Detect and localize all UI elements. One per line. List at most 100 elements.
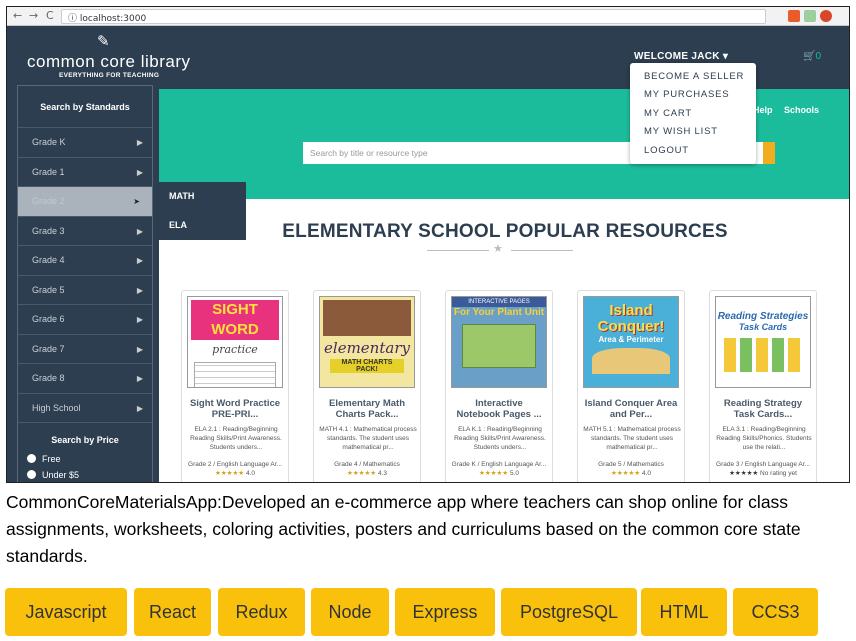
- sidebar-item-grade-k[interactable]: Grade K ▶: [18, 128, 152, 158]
- sidebar-item-high-school[interactable]: High School ▶: [18, 394, 152, 423]
- resource-card[interactable]: Reading Strategies Task Cards Reading St…: [709, 290, 817, 482]
- menu-item-my-wish-list[interactable]: MY WISH LIST: [644, 126, 718, 137]
- tech-tag-html: HTML: [641, 588, 727, 636]
- divider-line: [427, 250, 489, 251]
- submenu-item-ela[interactable]: ELA: [159, 211, 246, 240]
- card-grade: Grade 4 / Mathematics: [334, 461, 400, 468]
- cursor-icon: ➤: [133, 197, 140, 206]
- forward-icon[interactable]: →: [29, 9, 38, 22]
- tech-tag-redux: Redux: [218, 588, 305, 636]
- card-title[interactable]: Island Conquer Area and Per...: [578, 398, 684, 420]
- rating-stars: ★★★★★: [479, 470, 509, 477]
- thumbnail-text: elementary: [324, 339, 410, 357]
- user-menu-toggle[interactable]: WELCOME JACK ▾: [634, 51, 728, 62]
- price-radio-under-5[interactable]: Under $5: [18, 467, 152, 482]
- thumbnail-text: Island Conquer!: [597, 302, 665, 335]
- rating-stars: ★★★★★: [611, 470, 641, 477]
- sidebar-item-grade-8[interactable]: Grade 8 ▶: [18, 364, 152, 394]
- price-heading: Search by Price: [51, 435, 119, 445]
- chevron-right-icon: ▶: [136, 256, 143, 265]
- sidebar: Search by Standards Grade K ▶ Grade 1 ▶ Gr…: [17, 85, 153, 482]
- menu-item-my-purchases[interactable]: MY PURCHASES: [644, 89, 729, 100]
- menu-item-logout[interactable]: LOGOUT: [644, 145, 689, 156]
- tech-tag-ccs3: CCS3: [733, 588, 818, 636]
- sidebar-item-grade-5[interactable]: Grade 5 ▶: [18, 276, 152, 305]
- chevron-right-icon: ▶: [136, 315, 143, 324]
- chevron-right-icon: ▶: [136, 167, 143, 177]
- pencil-logo-icon: ✎: [97, 33, 110, 50]
- sidebar-item-grade-2[interactable]: Grade 2 ➤: [18, 187, 152, 217]
- nav-schools-link[interactable]: Schools: [784, 105, 819, 115]
- tech-tag-postgresql: PostgreSQL: [501, 588, 637, 636]
- resource-card[interactable]: elementary MATH CHARTS PACK! Elementary …: [313, 290, 421, 482]
- resource-thumbnail: Reading Strategies Task Cards: [715, 296, 811, 388]
- address-bar[interactable]: ⓘ localhost:3000: [61, 9, 766, 24]
- submenu-item-math[interactable]: MATH: [159, 182, 246, 211]
- sidebar-item-grade-4[interactable]: Grade 4 ▶: [18, 246, 152, 276]
- cart-button[interactable]: 🛒0: [803, 51, 821, 62]
- resource-card[interactable]: Island Conquer! Area & Perimeter Island …: [577, 290, 685, 482]
- thumbnail-text: Task Cards: [738, 322, 788, 332]
- card-title[interactable]: Reading Strategy Task Cards...: [710, 398, 816, 420]
- app-screenshot: ← → C ⓘ localhost:3000 ✎ common core lib…: [6, 6, 850, 483]
- standards-heading: Search by Standards: [18, 86, 152, 128]
- search-button[interactable]: [763, 142, 775, 164]
- chevron-right-icon: ▶: [136, 285, 143, 295]
- card-title[interactable]: Sight Word Practice PRE-PRI...: [182, 398, 288, 420]
- resource-thumbnail: SIGHT WORD practice: [187, 296, 283, 388]
- star-divider-icon: ★: [493, 243, 503, 255]
- extension-icon[interactable]: [788, 10, 800, 22]
- resource-card[interactable]: SIGHT WORD practice Sight Word Practice P…: [181, 290, 289, 482]
- chevron-right-icon: ▶: [136, 344, 143, 354]
- extension-icon[interactable]: [820, 10, 832, 22]
- chevron-right-icon: ▶: [136, 374, 143, 383]
- thumbnail-text: MATH CHARTS PACK!: [330, 359, 404, 373]
- extension-icon[interactable]: [804, 10, 816, 22]
- divider-line: [511, 250, 573, 251]
- user-dropdown-menu: BECOME A SELLER MY PURCHASES MY CART MY …: [630, 63, 756, 164]
- grade-submenu: MATH ELA: [159, 182, 246, 240]
- logo-subtitle: EVERYTHING FOR TEACHING: [59, 72, 160, 79]
- sidebar-item-grade-6[interactable]: Grade 6 ▶: [18, 305, 152, 335]
- card-description: ELA 3.1 : Reading/Beginning Reading Skil…: [716, 426, 812, 451]
- card-title[interactable]: Elementary Math Charts Pack...: [314, 398, 420, 420]
- price-radio-free[interactable]: Free: [18, 451, 152, 467]
- sidebar-item-grade-7[interactable]: Grade 7 ▶: [18, 335, 152, 364]
- tech-tag-javascript: Javascript: [5, 588, 127, 636]
- card-rating: ★★★★★ 4.0: [611, 470, 651, 477]
- thumbnail-text: Area & Perimeter: [598, 335, 664, 344]
- url-text: localhost:3000: [79, 14, 147, 24]
- reload-icon[interactable]: C: [46, 9, 54, 22]
- card-grade: Grade 5 / Mathematics: [598, 461, 664, 468]
- card-title[interactable]: Interactive Notebook Pages ...: [446, 398, 552, 420]
- thumbnail-text: INTERACTIVE PAGES: [452, 297, 546, 307]
- chevron-right-icon: ▶: [136, 403, 143, 413]
- sidebar-item-grade-1[interactable]: Grade 1 ▶: [18, 158, 152, 187]
- resource-thumbnail: Island Conquer! Area & Perimeter: [583, 296, 679, 388]
- logo-title[interactable]: common core library: [27, 52, 191, 72]
- thumbnail-text: For Your Plant Unit: [453, 307, 545, 318]
- menu-item-my-cart[interactable]: MY CART: [644, 108, 692, 119]
- project-description: CommonCoreMaterialsApp:Developed an e-co…: [6, 492, 801, 566]
- card-description: ELA 2.1 : Reading/Beginning Reading Skil…: [190, 426, 282, 451]
- card-rating: ★★★★★ 4.3: [347, 470, 387, 477]
- card-grade: Grade K / English Language Ar...: [451, 461, 547, 468]
- sidebar-item-grade-3[interactable]: Grade 3 ▶: [18, 217, 152, 246]
- resource-card[interactable]: INTERACTIVE PAGES For Your Plant Unit In…: [445, 290, 553, 482]
- radio-icon: [27, 470, 36, 479]
- thumbnail-text: practice: [212, 343, 258, 356]
- card-rating: ★★★★★ 4.0: [215, 470, 255, 477]
- tech-tag-node: Node: [311, 588, 389, 636]
- chevron-right-icon: ▶: [136, 226, 143, 236]
- tech-tag-express: Express: [395, 588, 495, 636]
- menu-item-become-seller[interactable]: BECOME A SELLER: [644, 71, 744, 82]
- back-icon[interactable]: ←: [13, 9, 22, 22]
- card-description: MATH 4.1 : Mathematical process standard…: [319, 426, 417, 451]
- tech-tag-react: React: [134, 588, 211, 636]
- thumbnail-text: SIGHT WORD: [191, 300, 279, 340]
- card-description: ELA K.1 : Reading/Beginning Reading Skil…: [454, 426, 546, 451]
- rating-stars: ★★★★★: [215, 470, 245, 477]
- thumbnail-text: Reading Strategies: [717, 311, 809, 322]
- section-title: ELEMENTARY SCHOOL POPULAR RESOURCES: [282, 221, 728, 242]
- card-rating: ★★★★★ 5.0: [479, 470, 519, 477]
